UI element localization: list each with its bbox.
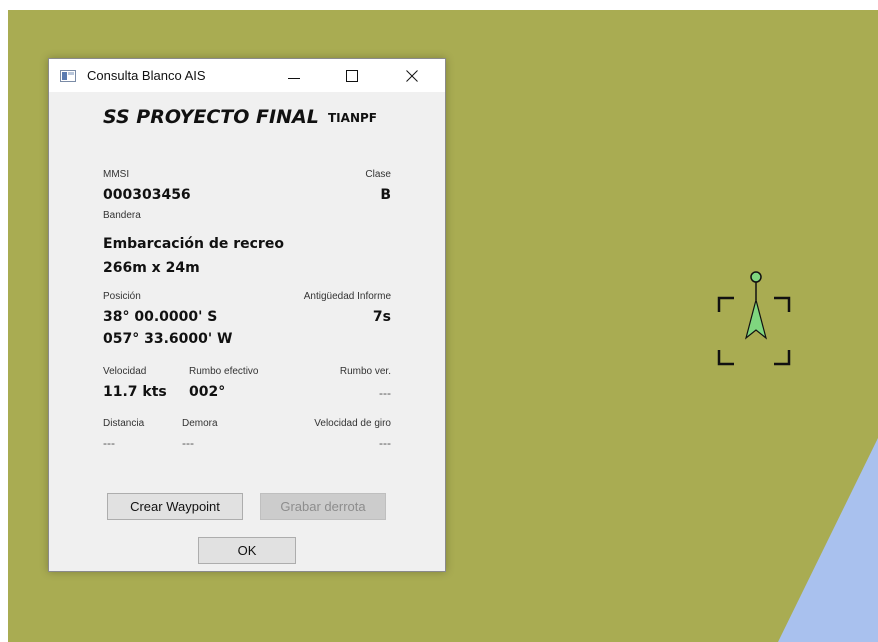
distance-value: --- <box>103 436 115 450</box>
vessel-callsign: TIANPF <box>328 111 377 125</box>
longitude-value: 057° 33.6000' W <box>103 331 233 347</box>
maximize-button[interactable] <box>329 59 375 92</box>
vessel-name: SS PROYECTO FINAL <box>103 106 319 128</box>
class-value: B <box>380 187 391 203</box>
latitude-value: 38° 00.0000' S <box>103 309 218 325</box>
mmsi-label: MMSI <box>103 169 130 180</box>
ok-button[interactable]: OK <box>198 537 296 564</box>
minimize-icon <box>288 78 300 79</box>
bearing-value: --- <box>182 436 194 450</box>
maximize-icon <box>346 70 358 82</box>
bearing-label: Demora <box>182 418 218 429</box>
create-waypoint-button[interactable]: Crear Waypoint <box>107 493 243 520</box>
close-button[interactable] <box>389 59 435 92</box>
heading-value: --- <box>379 386 391 400</box>
report-age-label: Antigüedad Informe <box>303 291 391 302</box>
heading-label: Rumbo ver. <box>339 366 391 377</box>
title-bar[interactable]: Consulta Blanco AIS <box>49 59 445 92</box>
turn-rate-label: Velocidad de giro <box>314 418 391 429</box>
vessel-type: Embarcación de recreo <box>103 236 284 252</box>
speed-label: Velocidad <box>103 366 147 377</box>
ais-target-dialog: Consulta Blanco AIS SS PROYECTO FINAL TI… <box>48 58 446 572</box>
speed-value: 11.7 kts <box>103 384 167 400</box>
app-icon <box>60 70 76 82</box>
turn-rate-value: --- <box>379 436 391 450</box>
course-value: 002° <box>189 384 226 400</box>
minimize-button[interactable] <box>271 59 317 92</box>
record-track-button[interactable]: Grabar derrota <box>260 493 386 520</box>
ais-target-icon[interactable] <box>716 268 800 380</box>
mmsi-value: 000303456 <box>103 187 191 203</box>
flag-label: Bandera <box>103 210 141 221</box>
window-title: Consulta Blanco AIS <box>87 68 206 83</box>
report-age-value: 7s <box>372 309 391 325</box>
course-label: Rumbo efectivo <box>189 366 259 377</box>
close-icon <box>406 70 418 82</box>
vessel-dimensions: 266m x 24m <box>103 260 200 276</box>
position-label: Posición <box>103 291 141 302</box>
distance-label: Distancia <box>103 418 145 429</box>
class-label: Clase <box>365 169 391 180</box>
